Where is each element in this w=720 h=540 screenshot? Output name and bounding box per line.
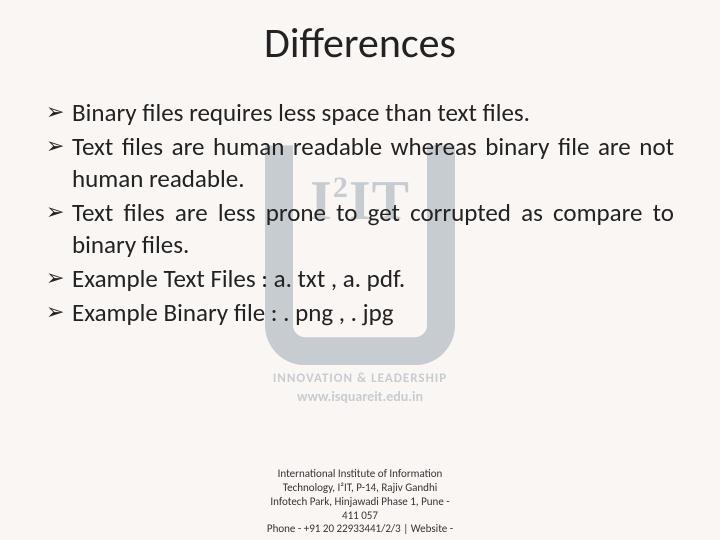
footer-line: Phone - +91 20 22933441/2/3 | Website - — [0, 522, 720, 536]
footer-line: Technology, I²IT, P-14, Rajiv Gandhi — [0, 481, 720, 495]
footer: International Institute of Information T… — [0, 467, 720, 536]
bullet-text: Example Binary file : . png , . jpg — [72, 297, 394, 328]
bullet-text: Binary files requires less space than te… — [72, 97, 530, 128]
bullet-text: Text files are less prone to get corrupt… — [72, 197, 674, 260]
page-title: Differences — [46, 18, 674, 69]
bullet-list: Binary files requires less space than te… — [46, 97, 674, 329]
footer-line: 411 057 — [0, 509, 720, 523]
footer-line: Infotech Park, Hinjawadi Phase 1, Pune - — [0, 495, 720, 509]
list-item: Example Text Files : a. txt , a. pdf. — [46, 263, 674, 295]
bullet-text: Example Text Files : a. txt , a. pdf. — [72, 263, 405, 294]
list-item: Binary files requires less space than te… — [46, 97, 674, 129]
list-item: Text files are less prone to get corrupt… — [46, 197, 674, 261]
slide-content: Differences Binary files requires less s… — [0, 0, 720, 540]
bullet-text: Text files are human readable whereas bi… — [72, 131, 674, 194]
list-item: Text files are human readable whereas bi… — [46, 131, 674, 195]
list-item: Example Binary file : . png , . jpg — [46, 297, 674, 329]
footer-line: International Institute of Information — [0, 467, 720, 481]
